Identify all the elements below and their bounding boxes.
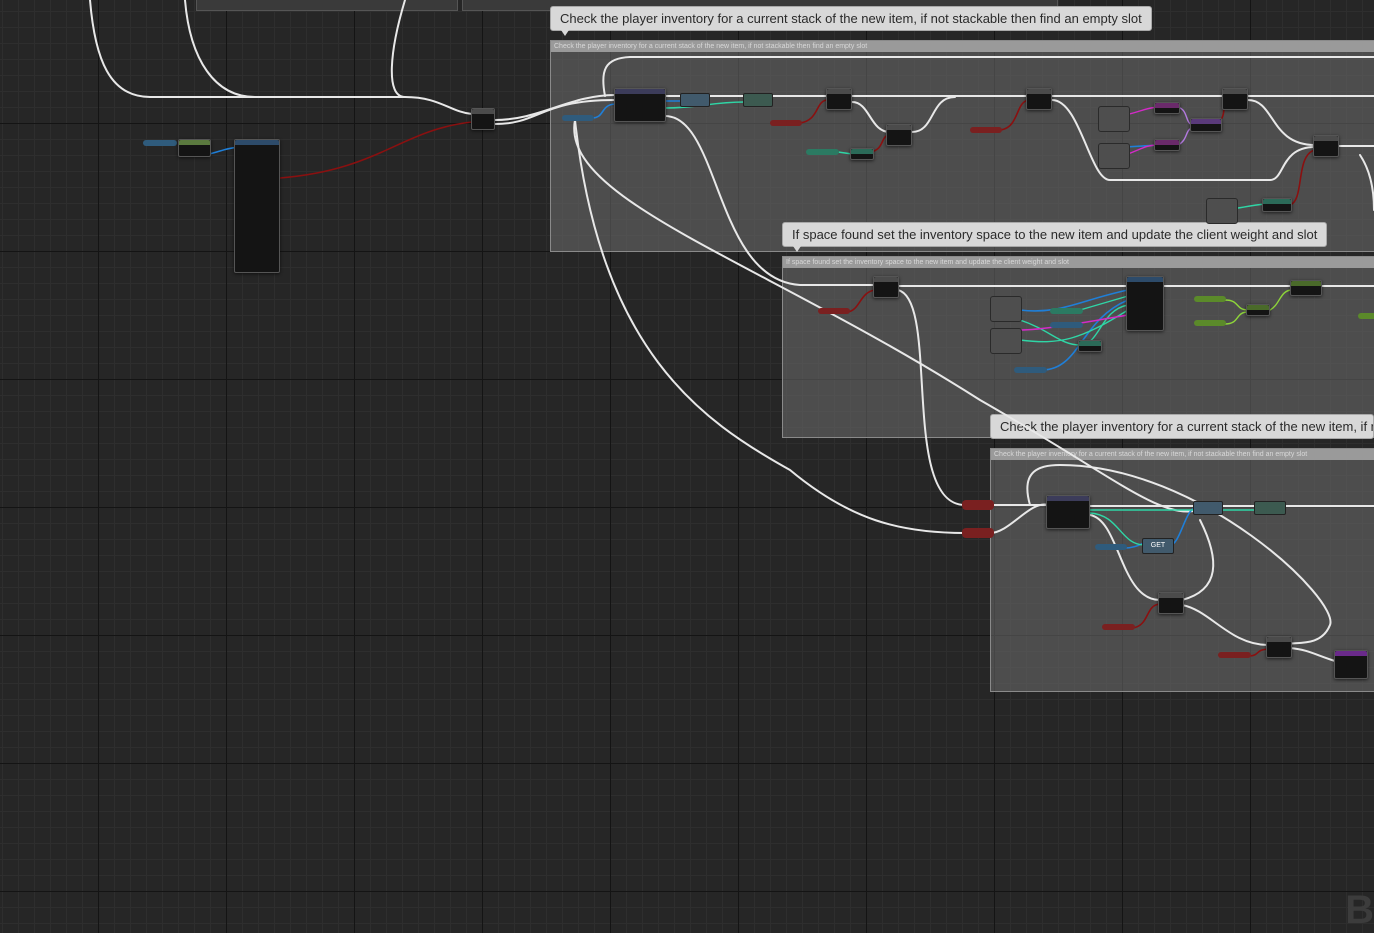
node-get-inventory-slot[interactable]: [1254, 501, 1286, 515]
variable-node-int[interactable]: [806, 149, 839, 155]
node-branch-entry[interactable]: [471, 108, 495, 130]
variable-node-object[interactable]: [1014, 367, 1047, 373]
node-get-inventory-slot[interactable]: [680, 93, 710, 107]
node-struct-literal[interactable]: [1098, 106, 1130, 132]
node-find-stack-function[interactable]: [614, 88, 666, 122]
exec-wires: [89, 0, 1374, 663]
node-struct-literal[interactable]: [1206, 198, 1238, 224]
node-get-button[interactable]: GET: [1142, 538, 1174, 554]
variable-node-bool[interactable]: [818, 308, 850, 314]
variable-node-bool[interactable]: [770, 120, 802, 126]
node-get-inventory-slot[interactable]: [743, 93, 773, 107]
node-compare-int[interactable]: [850, 148, 874, 160]
node-branch[interactable]: [826, 88, 852, 110]
variable-node-inventory[interactable]: [562, 115, 594, 121]
variable-node-bool[interactable]: [1218, 652, 1251, 658]
node-compare-int[interactable]: [1262, 198, 1292, 212]
node-branch[interactable]: [873, 276, 899, 298]
variable-node-object[interactable]: [1050, 322, 1083, 328]
variable-node-bool[interactable]: [962, 528, 994, 538]
node-make-struct[interactable]: [1154, 139, 1180, 151]
node-struct-literal[interactable]: [990, 296, 1022, 322]
node-branch[interactable]: [1313, 135, 1339, 157]
node-branch[interactable]: [1026, 88, 1052, 110]
variable-node-bool[interactable]: [970, 127, 1002, 133]
node-branch[interactable]: [1266, 636, 1292, 658]
node-function-call[interactable]: [1334, 650, 1368, 679]
node-item-details[interactable]: [178, 139, 211, 157]
node-branch[interactable]: [1158, 592, 1184, 614]
node-compare-byte[interactable]: [1190, 118, 1222, 132]
variable-node-bool[interactable]: [1102, 624, 1135, 630]
node-struct-literal[interactable]: [1098, 143, 1130, 169]
node-branch[interactable]: [886, 124, 912, 146]
node-make-struct[interactable]: [1154, 102, 1180, 114]
node-add-float[interactable]: [1246, 304, 1270, 316]
node-find-stack-function[interactable]: [1046, 495, 1090, 529]
variable-node-int[interactable]: [1050, 308, 1083, 314]
variable-node-float[interactable]: [1194, 296, 1226, 302]
node-branch[interactable]: [1222, 88, 1248, 110]
variable-node-float[interactable]: [1358, 313, 1374, 319]
node-set-weight[interactable]: [1290, 280, 1322, 296]
node-set-array-elem[interactable]: [1126, 276, 1164, 331]
variable-node-float[interactable]: [1194, 320, 1226, 326]
node-compare-int[interactable]: [1078, 340, 1102, 352]
node-struct-literal[interactable]: [990, 328, 1022, 354]
variable-node-object[interactable]: [143, 140, 177, 146]
variable-node-bool[interactable]: [962, 500, 994, 510]
node-break-struct[interactable]: [234, 139, 280, 273]
node-get-inventory-slot[interactable]: [1193, 501, 1223, 515]
editor-watermark: B: [1345, 888, 1374, 932]
variable-node-object[interactable]: [1095, 544, 1127, 550]
